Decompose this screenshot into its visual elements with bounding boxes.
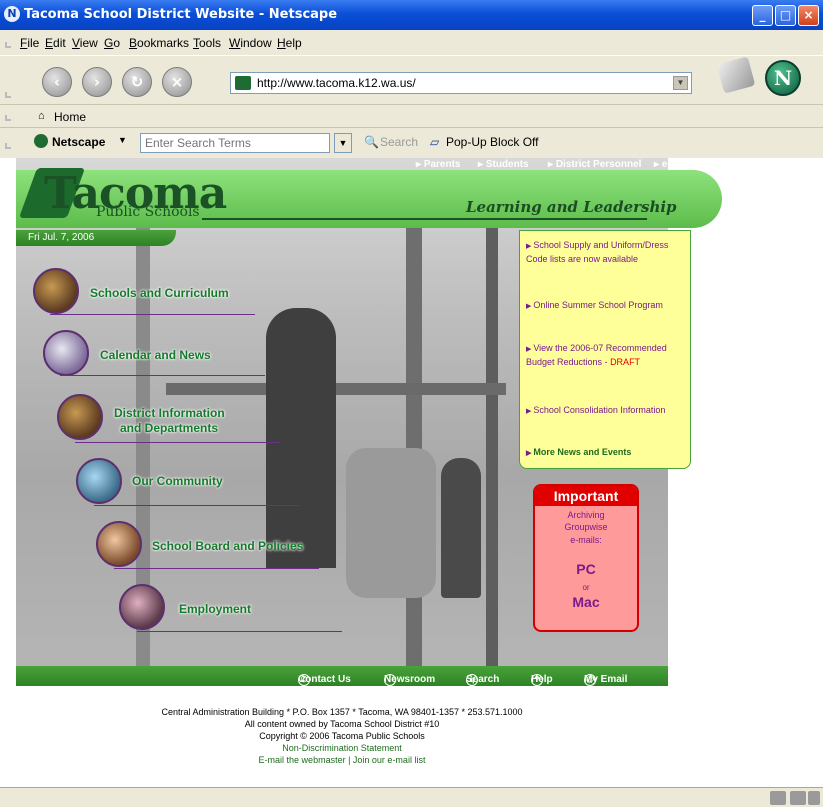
menu-tools[interactable]: Tools	[193, 36, 221, 50]
menu-help[interactable]: Help	[277, 36, 302, 50]
news-item[interactable]: ▶ School Consolidation Information	[526, 404, 688, 418]
personal-toolbar: ⌂ Home	[0, 106, 823, 128]
search-toolbar: Netscape ▼ ▼ 🔍 Search ▱ Pop-Up Block Off	[0, 129, 823, 157]
news-item[interactable]: ▶ Online Summer School Program	[526, 299, 688, 313]
link-district-personnel[interactable]: ▸ District Personnel	[548, 159, 641, 170]
menu-file[interactable]: File	[20, 36, 39, 50]
district-icon	[57, 394, 103, 440]
url-field[interactable]: http://www.tacoma.k12.wa.us/ ▼	[230, 72, 692, 94]
non-discrimination-link[interactable]: Non-Discrimination Statement	[16, 742, 668, 754]
footer-ownership: All content owned by Tacoma School Distr…	[244, 719, 440, 729]
pc-link[interactable]: PC	[535, 561, 637, 577]
bottom-nav: ✆ Contact Us ! Newsroom q Search ? Help @ My …	[16, 666, 668, 686]
window-title: Tacoma School District Website - Netscap…	[24, 7, 338, 22]
search-icon: 🔍	[364, 135, 379, 149]
photo-background	[486, 218, 498, 686]
reload-icon[interactable]: ↻	[122, 67, 152, 97]
date-label: Fri Jul. 7, 2006	[16, 230, 176, 246]
community-icon	[76, 458, 122, 504]
search-dropdown-icon[interactable]: ▼	[334, 133, 352, 153]
menu-divider	[114, 568, 319, 569]
page-icon	[235, 76, 251, 90]
photo-background	[166, 383, 506, 395]
menu-divider	[94, 505, 299, 506]
minimize-button[interactable]: _	[752, 5, 773, 26]
footer: Central Administration Building * P.O. B…	[16, 706, 668, 766]
footer-email-links[interactable]: E-mail the webmaster | Join our e-mail l…	[16, 754, 668, 766]
link-students[interactable]: ▸ Students	[478, 159, 529, 170]
photo-background	[346, 448, 436, 598]
header-rule	[202, 218, 647, 220]
status-bar	[0, 787, 823, 807]
netscape-icon: N	[4, 6, 20, 22]
netscape-icon	[34, 134, 48, 148]
netscape-n-icon[interactable]: N	[765, 60, 801, 96]
url-dropdown-icon[interactable]: ▼	[673, 76, 688, 90]
logo-subtitle: Public Schools	[96, 204, 200, 220]
url-text: http://www.tacoma.k12.wa.us/	[257, 76, 416, 90]
schools-icon	[33, 268, 79, 314]
stop-icon[interactable]: ×	[162, 67, 192, 97]
link-esis[interactable]: ▸ eSIS	[654, 159, 684, 170]
menu-go[interactable]: Go	[104, 36, 120, 50]
important-text: Archiving	[567, 510, 605, 520]
calendar-icon	[43, 330, 89, 376]
toolbar-grip[interactable]	[5, 115, 11, 121]
news-item[interactable]: ▶ View the 2006-07 Recommended Budget Re…	[526, 342, 688, 368]
news-box: ▶ School Supply and Uniform/Dress Code l…	[519, 230, 691, 469]
netscape-menu[interactable]: Netscape	[52, 135, 105, 149]
chevron-down-icon[interactable]: ▼	[118, 135, 127, 145]
forward-icon[interactable]: ›	[82, 67, 112, 97]
important-text: Groupwise	[564, 522, 608, 532]
back-icon[interactable]: ‹	[42, 67, 72, 97]
search-button[interactable]: Search	[380, 135, 418, 149]
menu-bookmarks[interactable]: Bookmarks	[129, 36, 189, 50]
footer-copyright: Copyright © 2006 Tacoma Public Schools	[259, 731, 425, 741]
mac-link[interactable]: Mac	[535, 594, 637, 610]
news-item[interactable]: ▶ School Supply and Uniform/Dress Code l…	[526, 239, 688, 265]
site-header: ▸ Parents ▸ Students ▸ District Personne…	[16, 158, 722, 246]
more-news-link[interactable]: ▶ More News and Events	[526, 446, 688, 460]
tagline: Learning and Leadership	[466, 198, 677, 216]
maximize-button[interactable]: □	[775, 5, 796, 26]
menu-edit[interactable]: Edit	[45, 36, 66, 50]
popup-blocker[interactable]: Pop-Up Block Off	[446, 135, 538, 149]
employment-icon	[119, 584, 165, 630]
connection-icon	[770, 791, 786, 805]
footer-address: Central Administration Building * P.O. B…	[161, 707, 523, 717]
link-parents[interactable]: ▸ Parents	[416, 159, 461, 170]
menu-window[interactable]: Window	[229, 36, 272, 50]
menu-divider	[50, 314, 255, 315]
navigation-toolbar: ‹ › ↻ × http://www.tacoma.k12.wa.us/ ▼	[0, 55, 823, 105]
security-icon	[790, 791, 806, 805]
toolbar-grip[interactable]	[5, 143, 11, 149]
important-box[interactable]: Important Archiving Groupwise e-mails: P…	[533, 484, 639, 632]
important-text: e-mails:	[570, 535, 602, 545]
close-button[interactable]: ×	[798, 5, 819, 26]
search-input[interactable]	[140, 133, 330, 153]
menu-view[interactable]: View	[72, 36, 98, 50]
lock-icon	[808, 791, 820, 805]
popup-icon: ▱	[430, 135, 440, 149]
important-text: or	[582, 583, 590, 592]
photo-background	[266, 308, 336, 568]
menu-divider	[137, 631, 342, 632]
important-title: Important	[535, 486, 637, 506]
home-link[interactable]: Home	[54, 110, 86, 124]
home-icon: ⌂	[38, 110, 45, 122]
photo-background	[441, 458, 481, 598]
school-board-icon	[96, 521, 142, 567]
toolbar-grip[interactable]	[5, 42, 11, 48]
toolbar-grip[interactable]	[5, 92, 11, 98]
menu-divider	[60, 375, 265, 376]
menu-divider	[75, 442, 280, 443]
window-titlebar: N Tacoma School District Website - Netsc…	[0, 0, 823, 30]
